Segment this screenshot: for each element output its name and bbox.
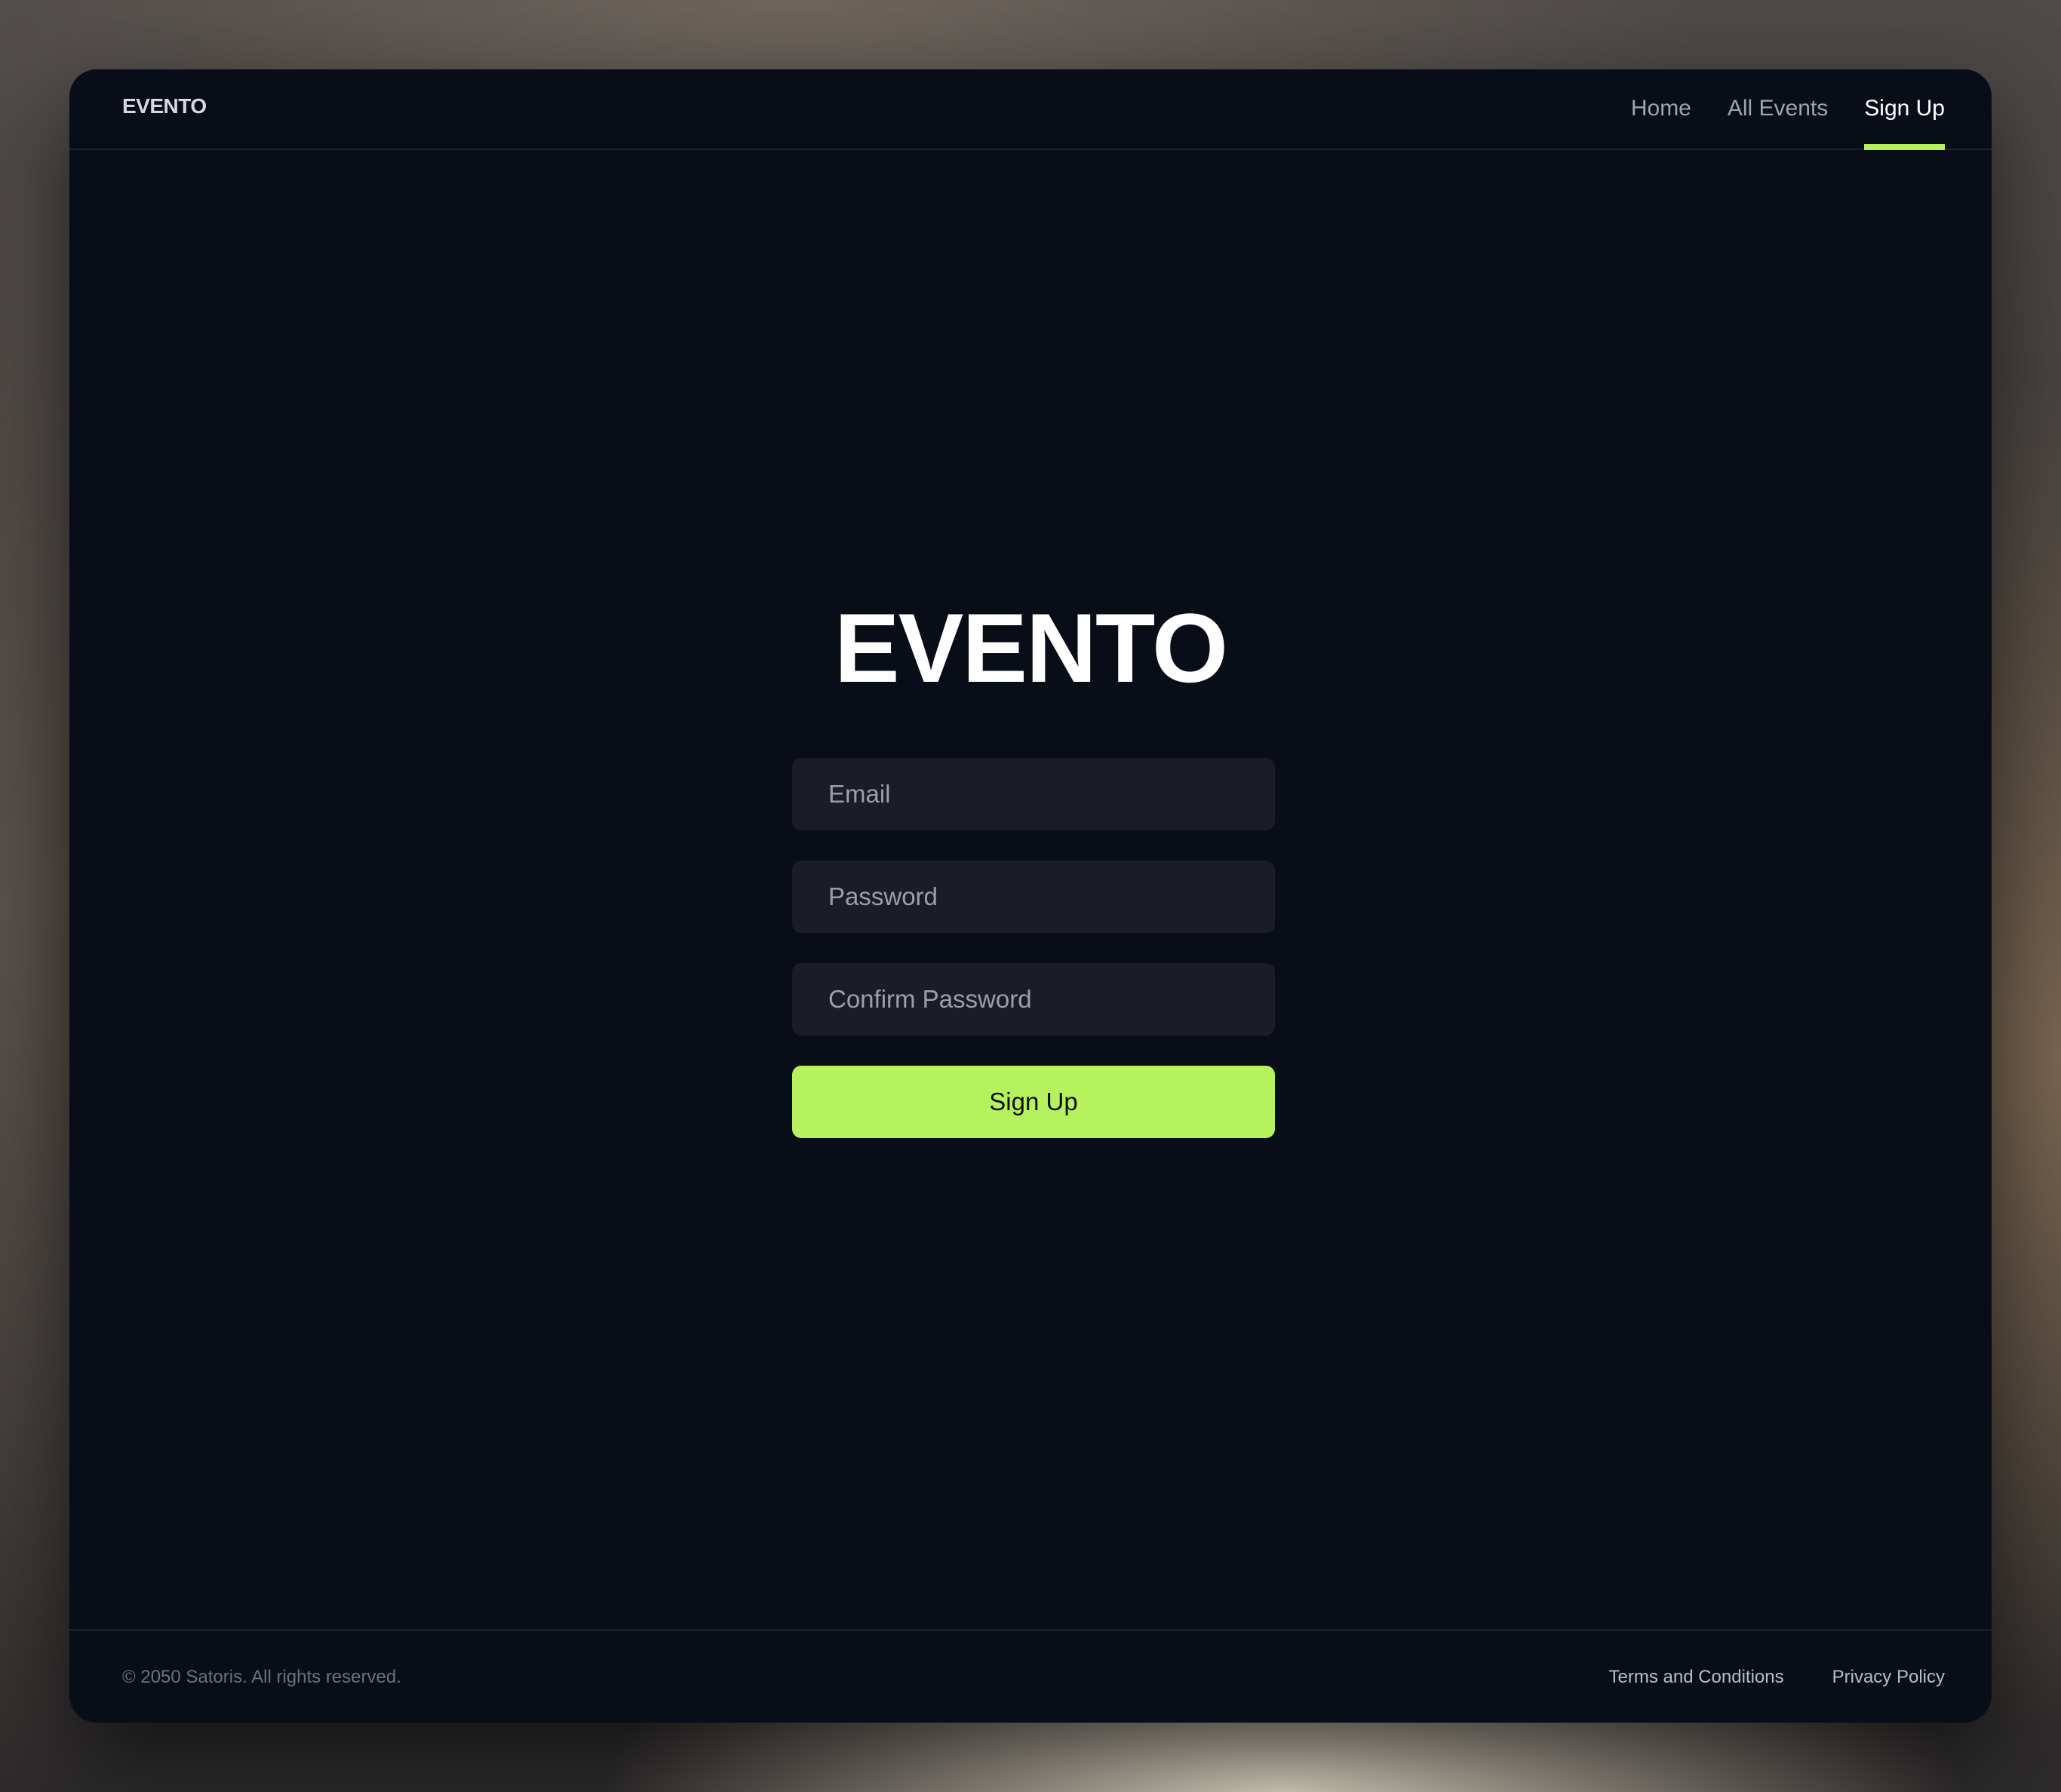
terms-link[interactable]: Terms and Conditions xyxy=(1609,1667,1784,1688)
main-nav: Home All Events Sign Up xyxy=(1631,69,1945,150)
sign-up-button[interactable]: Sign Up xyxy=(792,1066,1275,1138)
copyright-text: © 2050 Satoris. All rights reserved. xyxy=(122,1667,401,1687)
footer-links: Terms and Conditions Privacy Policy xyxy=(1609,1667,1946,1688)
header-logo[interactable]: EVENTO xyxy=(122,94,207,118)
top-navbar: EVENTO Home All Events Sign Up xyxy=(69,69,1992,150)
confirm-password-field[interactable] xyxy=(792,963,1275,1036)
nav-item-all-events[interactable]: All Events xyxy=(1728,69,1828,150)
email-field[interactable] xyxy=(792,758,1275,830)
password-field[interactable] xyxy=(792,861,1275,933)
nav-item-sign-up[interactable]: Sign Up xyxy=(1864,69,1945,150)
sign-up-form: Sign Up xyxy=(792,758,1275,1138)
page-footer: © 2050 Satoris. All rights reserved. Ter… xyxy=(69,1629,1992,1723)
app-window: EVENTO Home All Events Sign Up EVENTO Si… xyxy=(69,69,1992,1723)
nav-item-home[interactable]: Home xyxy=(1631,69,1691,150)
page-title: EVENTO xyxy=(834,593,1228,704)
privacy-policy-link[interactable]: Privacy Policy xyxy=(1832,1667,1945,1688)
main-content: EVENTO Sign Up xyxy=(69,150,1992,1629)
